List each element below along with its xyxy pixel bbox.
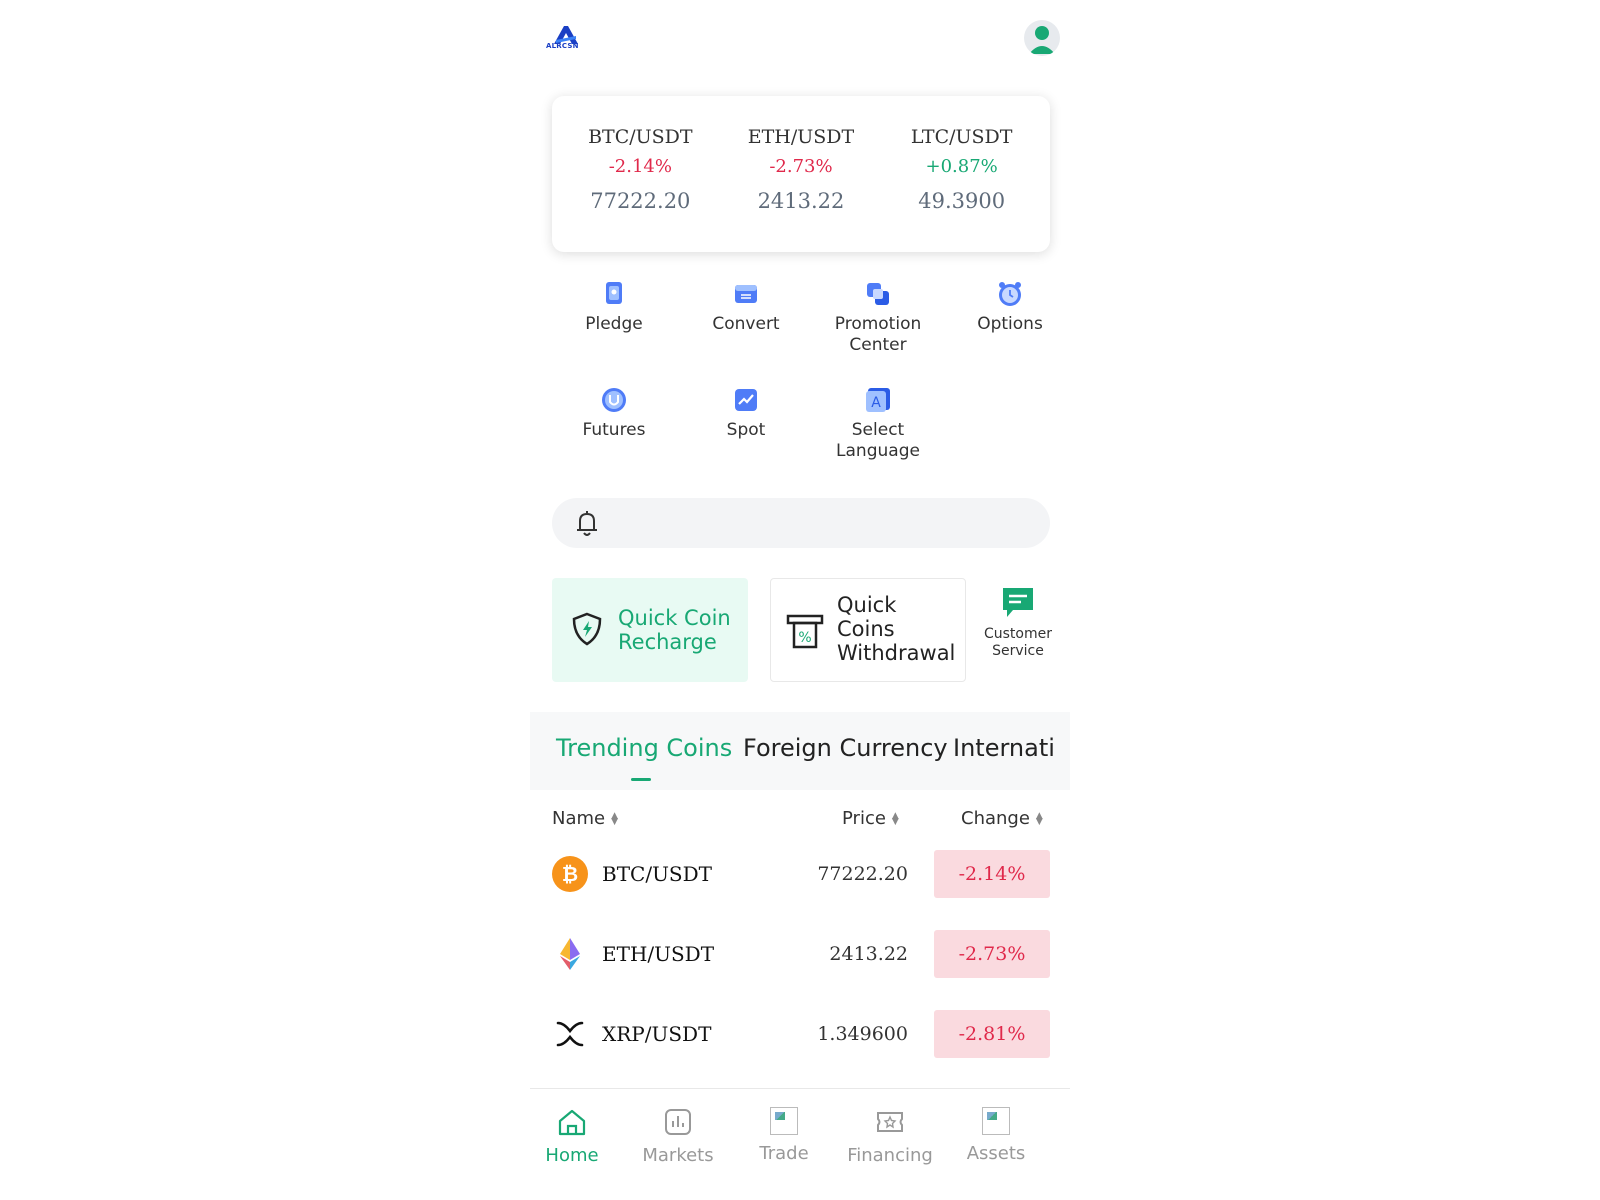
row-pair: XRP/USDT [602, 1022, 712, 1046]
nav-assets[interactable]: Assets [946, 1107, 1046, 1164]
ethereum-icon [552, 936, 588, 972]
ticker-price: 77222.20 [590, 189, 691, 213]
language-icon: A [864, 386, 892, 414]
column-header-label: Change [961, 808, 1030, 829]
menu-select-language[interactable]: A Select Language [816, 386, 940, 462]
table-row[interactable]: ₿ BTC/USDT 77222.20 -2.14% [552, 850, 1050, 898]
bitcoin-icon: ₿ [552, 856, 588, 892]
customer-service-button[interactable]: Customer Service [978, 586, 1058, 660]
svg-text:₿: ₿ [562, 862, 578, 886]
menu-futures[interactable]: Futures [552, 386, 676, 441]
pledge-icon [600, 280, 628, 308]
nav-trade[interactable]: Trade [734, 1107, 834, 1164]
menu-label: Promotion Center [834, 314, 922, 355]
market-tabs: Trending Coins Foreign Currency Internat… [530, 712, 1070, 790]
convert-icon [732, 280, 760, 308]
customer-service-label: Customer Service [983, 626, 1052, 659]
quick-coin-recharge-button[interactable]: Quick Coin Recharge [552, 578, 748, 682]
svg-text:A: A [871, 395, 881, 411]
tab-foreign-currency[interactable]: Foreign Currency [743, 734, 948, 762]
nav-markets[interactable]: Markets [628, 1107, 728, 1166]
menu-label: Convert [712, 314, 780, 334]
table-row[interactable]: XRP/USDT 1.349600 -2.81% [552, 1010, 1050, 1058]
nav-label: Trade [759, 1143, 809, 1164]
row-price: 1.349600 [817, 1023, 908, 1045]
ticker-card: BTC/USDT -2.14% 77222.20 ETH/USDT -2.73%… [552, 96, 1050, 252]
quick-coins-withdrawal-button[interactable]: % Quick Coins Withdrawal [770, 578, 966, 682]
markets-icon [663, 1107, 693, 1137]
logo-text: ALRCSN [546, 42, 579, 50]
ticker-price: 49.3900 [918, 189, 1006, 213]
xrp-icon [552, 1016, 588, 1052]
menu-label: Select Language [836, 420, 920, 461]
quick-coins-withdrawal-label: Quick Coins Withdrawal [837, 593, 956, 665]
nav-home[interactable]: Home [522, 1107, 622, 1166]
financing-icon [875, 1107, 905, 1137]
sort-icon: ▲ ▼ [1035, 811, 1043, 827]
row-price: 77222.20 [817, 863, 908, 885]
active-tab-indicator [631, 778, 651, 781]
chat-icon [1001, 586, 1035, 620]
tab-trending-coins[interactable]: Trending Coins [556, 734, 732, 762]
column-header-price[interactable]: Price ▲ ▼ [842, 808, 899, 829]
sort-icon: ▲ ▼ [611, 811, 619, 827]
bell-icon [572, 508, 602, 538]
ticker-change: -2.14% [608, 156, 672, 177]
nav-label: Home [545, 1145, 599, 1166]
ticker-ltc[interactable]: LTC/USDT +0.87% 49.3900 [892, 96, 1032, 252]
withdraw-icon: % [785, 611, 825, 651]
sort-icon: ▲ ▼ [891, 811, 899, 827]
app-screen: ALRCSN BTC/USDT -2.14% 77222.20 ETH/USDT… [530, 0, 1070, 1200]
user-icon [1029, 26, 1055, 54]
ticker-change: -2.73% [769, 156, 833, 177]
quick-coin-recharge-label: Quick Coin Recharge [618, 606, 731, 654]
column-header-change[interactable]: Change ▲ ▼ [961, 808, 1043, 829]
promotion-icon [864, 280, 892, 308]
menu-label: Spot [726, 420, 766, 440]
ticker-pair: LTC/USDT [910, 126, 1013, 148]
menu-convert[interactable]: Convert [684, 280, 808, 335]
assets-icon [982, 1107, 1010, 1135]
menu-label: Pledge [585, 314, 643, 334]
menu-spot[interactable]: Spot [684, 386, 808, 441]
column-header-label: Price [842, 808, 886, 829]
row-pair: BTC/USDT [602, 862, 713, 886]
ticker-change: +0.87% [925, 156, 998, 177]
ticker-pair: ETH/USDT [747, 126, 855, 148]
menu-label: Options [977, 314, 1043, 334]
notice-bar[interactable] [552, 498, 1050, 548]
menu-promotion-center[interactable]: Promotion Center [816, 280, 940, 356]
nav-label: Financing [847, 1145, 933, 1166]
ticker-pair: BTC/USDT [588, 126, 693, 148]
svg-text:%: % [798, 630, 811, 646]
row-change-badge: -2.14% [934, 850, 1050, 898]
bottom-nav: Home Markets Trade Financing Assets [530, 1088, 1070, 1200]
ticker-btc[interactable]: BTC/USDT -2.14% 77222.20 [570, 96, 710, 252]
trade-icon [770, 1107, 798, 1135]
shield-icon [568, 610, 606, 648]
ticker-price: 2413.22 [757, 189, 845, 213]
home-icon [557, 1107, 587, 1137]
futures-icon [600, 386, 628, 414]
nav-financing[interactable]: Financing [840, 1107, 940, 1166]
nav-label: Assets [966, 1143, 1026, 1164]
table-row[interactable]: ETH/USDT 2413.22 -2.73% [552, 930, 1050, 978]
row-price: 2413.22 [829, 943, 908, 965]
ticker-eth[interactable]: ETH/USDT -2.73% 2413.22 [731, 96, 871, 252]
tab-international[interactable]: Internati [953, 734, 1055, 762]
row-pair: ETH/USDT [602, 942, 715, 966]
row-change-badge: -2.81% [934, 1010, 1050, 1058]
spot-icon [732, 386, 760, 414]
row-change-badge: -2.73% [934, 930, 1050, 978]
column-header-label: Name [552, 808, 606, 829]
column-header-name[interactable]: Name ▲ ▼ [552, 808, 618, 829]
menu-options[interactable]: Options [948, 280, 1072, 335]
nav-label: Markets [642, 1145, 714, 1166]
avatar[interactable] [1024, 20, 1060, 56]
menu-pledge[interactable]: Pledge [552, 280, 676, 335]
menu-label: Futures [582, 420, 646, 440]
options-icon [996, 280, 1024, 308]
